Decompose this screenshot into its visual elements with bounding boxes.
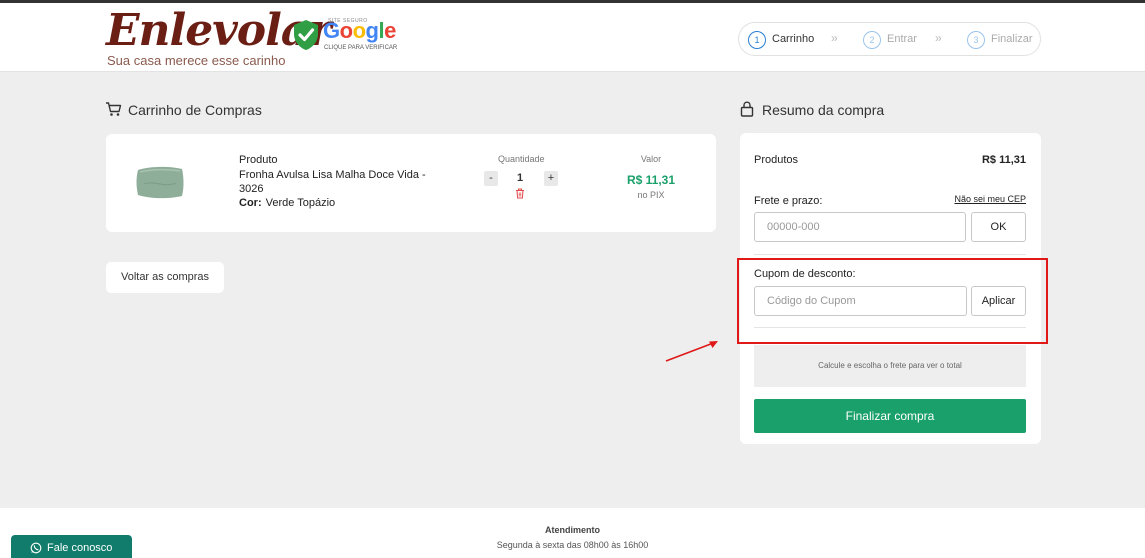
- seal-click-text: CLIQUE PARA VERIFICAR: [324, 45, 398, 51]
- summary-title: Resumo da compra: [762, 102, 885, 118]
- products-label: Produtos: [754, 154, 799, 166]
- quantity-label: Quantidade: [498, 154, 545, 164]
- chevron-double-right-icon: »: [935, 31, 941, 45]
- whatsapp-icon: [30, 542, 42, 554]
- cep-ok-button[interactable]: OK: [971, 212, 1026, 242]
- step-1-number: 1: [748, 31, 766, 49]
- cep-input[interactable]: 00000-000: [754, 212, 966, 242]
- product-color: Cor: Verde Topázio: [239, 197, 335, 209]
- shopping-cart-icon: [106, 102, 122, 116]
- seal-brand: Google: [323, 18, 396, 43]
- shipping-note: Calcule e escolha o frete para ver o tot…: [754, 345, 1026, 387]
- product-name[interactable]: Fronha Avulsa Lisa Malha Doce Vida - 302…: [239, 168, 429, 196]
- shield-check-icon: [294, 20, 318, 50]
- color-value: Verde Topázio: [265, 197, 336, 209]
- quantity-minus-button[interactable]: -: [484, 171, 498, 186]
- unknown-cep-link[interactable]: Não sei meu CEP: [954, 194, 1026, 204]
- continue-shopping-button[interactable]: Voltar as compras: [106, 262, 224, 293]
- support-title: Atendimento: [545, 525, 600, 535]
- step-2-number: 2: [863, 31, 881, 49]
- whatsapp-contact-button[interactable]: Fale conosco: [11, 535, 132, 558]
- lock-icon: [740, 101, 754, 117]
- cart-item-card: Produto Fronha Avulsa Lisa Malha Doce Vi…: [106, 134, 716, 232]
- step-3-number: 3: [967, 31, 985, 49]
- products-value: R$ 11,31: [981, 154, 1026, 166]
- price-note: no PIX: [637, 190, 665, 200]
- quantity-plus-button[interactable]: +: [544, 171, 558, 186]
- step-1-label: Carrinho: [772, 33, 815, 45]
- header: Enlevolar Sua casa merece esse carinho S…: [0, 3, 1145, 72]
- product-label: Produto: [239, 154, 278, 166]
- product-image[interactable]: [134, 164, 186, 200]
- footer: Atendimento Segunda à sexta das 08h00 às…: [0, 508, 1145, 558]
- checkout-steps: 1 Carrinho » 2 Entrar » 3 Finalizar: [738, 22, 1041, 56]
- coupon-highlight-box: [737, 258, 1048, 344]
- step-3-label: Finalizar: [991, 33, 1033, 45]
- logo-tagline: Sua casa merece esse carinho: [107, 53, 286, 68]
- color-label: Cor:: [239, 197, 262, 209]
- chevron-double-right-icon: »: [831, 31, 837, 45]
- support-hours: Segunda à sexta das 08h00 às 16h00: [496, 540, 649, 550]
- arrow-annotation: [665, 341, 718, 362]
- google-safe-site-seal[interactable]: SITE SEGURO Google CLIQUE PARA VERIFICAR: [292, 17, 402, 57]
- divider: [754, 254, 1026, 255]
- logo[interactable]: Enlevolar Sua casa merece esse carinho: [106, 5, 332, 71]
- trash-icon[interactable]: [515, 188, 525, 199]
- step-2-label: Entrar: [887, 33, 917, 45]
- quantity-value[interactable]: 1: [514, 172, 526, 184]
- checkout-button[interactable]: Finalizar compra: [754, 399, 1026, 433]
- whatsapp-label: Fale conosco: [47, 542, 113, 554]
- shipping-label: Frete e prazo:: [754, 195, 823, 207]
- value-label: Valor: [640, 154, 662, 164]
- item-price: R$ 11,31: [626, 173, 676, 187]
- cart-title: Carrinho de Compras: [128, 102, 262, 118]
